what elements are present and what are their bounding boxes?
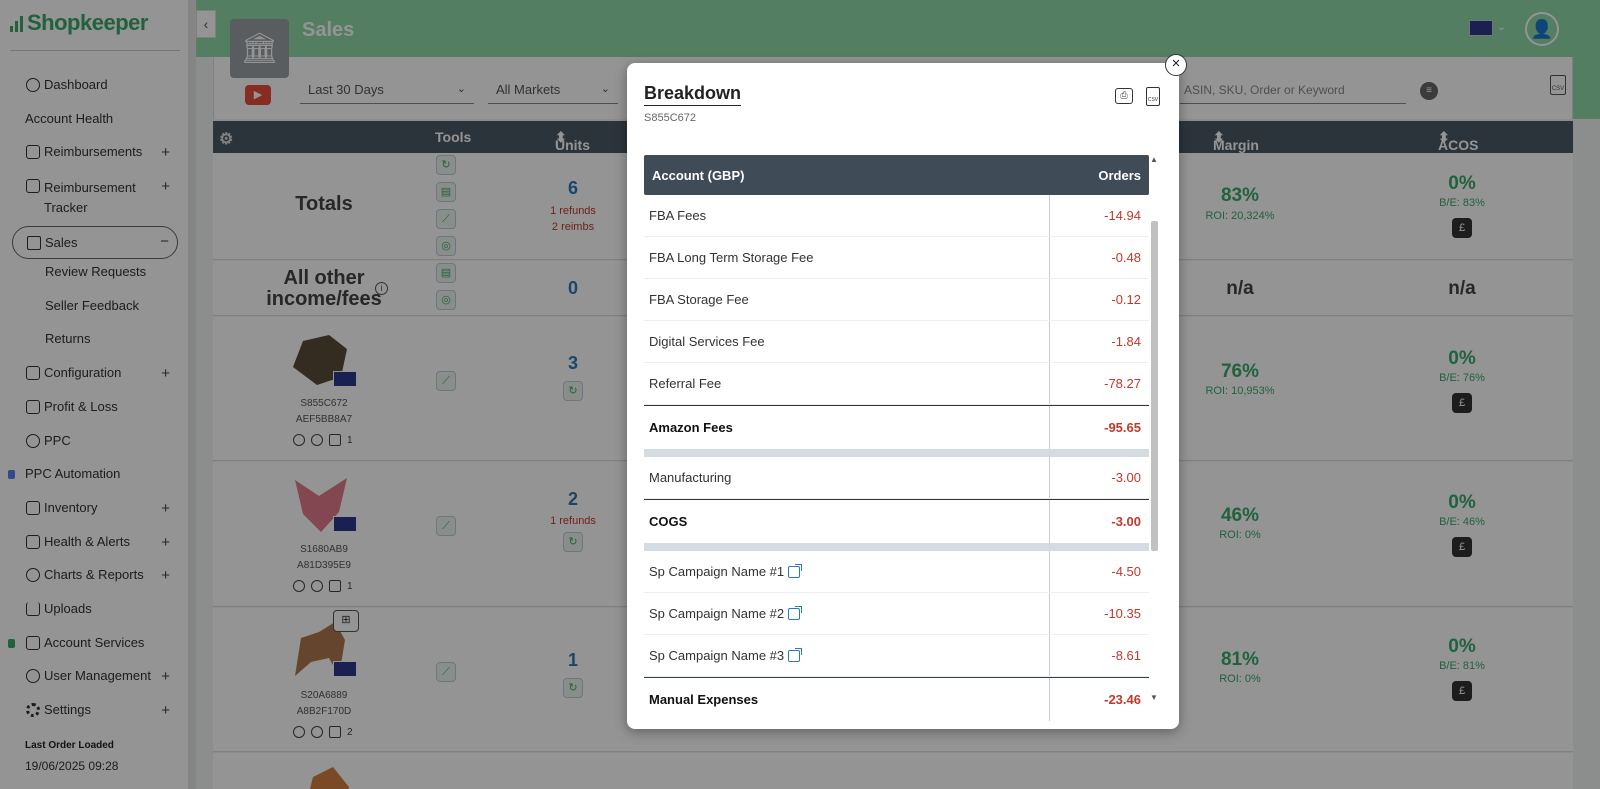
column-divider: [1049, 406, 1050, 449]
modal-scrollbar[interactable]: ▲ ▼: [1150, 155, 1159, 715]
column-divider: [1049, 457, 1050, 498]
campaign-name-link[interactable]: Sp Campaign Name #2: [649, 606, 784, 621]
column-divider: [1049, 195, 1050, 236]
breakdown-modal: Breakdown S855C672 ⎙ CSV Account (GBP) O…: [627, 63, 1179, 729]
header-orders: Orders: [1098, 168, 1141, 183]
table-row: FBA Long Term Storage Fee -0.48: [644, 237, 1149, 279]
csv-export-icon[interactable]: CSV: [1146, 87, 1160, 106]
row-label: FBA Storage Fee: [649, 292, 749, 307]
scrollbar-thumb[interactable]: [1151, 221, 1158, 551]
table-row: Sp Campaign Name #2 -10.35: [644, 593, 1149, 635]
column-divider: [1049, 237, 1050, 278]
table-row: Digital Services Fee -1.84: [644, 321, 1149, 363]
row-value: -78.27: [1104, 376, 1141, 391]
row-label: Digital Services Fee: [649, 334, 765, 349]
row-label: Sp Campaign Name #2: [649, 605, 803, 621]
total-label: Manual Expenses: [649, 692, 759, 707]
section-separator: [644, 543, 1149, 551]
external-link-icon[interactable]: [788, 647, 803, 662]
total-label: COGS: [649, 514, 688, 529]
manual-expenses-total-row: Manual Expenses -23.46: [644, 677, 1149, 721]
column-divider: [1049, 551, 1050, 592]
row-value: -0.48: [1111, 250, 1141, 265]
row-value: -4.50: [1111, 564, 1141, 579]
scroll-up-icon[interactable]: ▲: [1150, 155, 1158, 164]
header-account: Account (GBP): [652, 168, 745, 183]
scroll-down-icon[interactable]: ▼: [1150, 693, 1158, 702]
table-row: FBA Storage Fee -0.12: [644, 279, 1149, 321]
breakdown-table: Account (GBP) Orders FBA Fees -14.94 FBA …: [644, 155, 1149, 721]
breakdown-header: Account (GBP) Orders: [644, 155, 1149, 195]
column-divider: [1049, 678, 1050, 721]
row-label: Referral Fee: [649, 376, 722, 391]
modal-subtitle: S855C672: [644, 112, 696, 124]
table-row: Manufacturing -3.00: [644, 457, 1149, 499]
total-value: -95.65: [1104, 420, 1141, 435]
column-divider: [1049, 363, 1050, 404]
total-value: -3.00: [1111, 514, 1141, 529]
campaign-name-link[interactable]: Sp Campaign Name #3: [649, 648, 784, 663]
row-label: Manufacturing: [649, 470, 732, 485]
row-label: Sp Campaign Name #3: [649, 647, 803, 663]
total-value: -23.46: [1104, 692, 1141, 707]
modal-title: Breakdown: [644, 83, 742, 106]
row-value: -1.84: [1111, 334, 1141, 349]
column-divider: [1049, 500, 1050, 543]
table-row: FBA Fees -14.94: [644, 195, 1149, 237]
section-separator: [644, 449, 1149, 457]
cogs-total-row: COGS -3.00: [644, 499, 1149, 543]
table-row: Sp Campaign Name #3 -8.61: [644, 635, 1149, 677]
column-divider: [1049, 593, 1050, 634]
table-row: Referral Fee -78.27: [644, 363, 1149, 405]
external-link-icon[interactable]: [788, 605, 803, 620]
campaign-name-link[interactable]: Sp Campaign Name #1: [649, 564, 784, 579]
external-link-icon[interactable]: [788, 563, 803, 578]
app: Shopkeeper Dashboard Account Health Reim…: [0, 0, 1600, 789]
close-icon[interactable]: ×: [1165, 54, 1187, 76]
amazon-fees-total-row: Amazon Fees -95.65: [644, 405, 1149, 449]
row-value: -0.12: [1111, 292, 1141, 307]
total-label: Amazon Fees: [649, 420, 733, 435]
column-divider: [1049, 279, 1050, 320]
print-icon[interactable]: ⎙: [1115, 88, 1133, 104]
column-divider: [1049, 321, 1050, 362]
table-row: Sp Campaign Name #1 -4.50: [644, 551, 1149, 593]
row-value: -3.00: [1111, 470, 1141, 485]
row-value: -8.61: [1111, 648, 1141, 663]
column-divider: [1049, 635, 1050, 676]
row-value: -14.94: [1104, 208, 1141, 223]
row-value: -10.35: [1104, 606, 1141, 621]
row-label: FBA Long Term Storage Fee: [649, 250, 814, 265]
row-label: Sp Campaign Name #1: [649, 563, 803, 579]
row-label: FBA Fees: [649, 208, 707, 223]
